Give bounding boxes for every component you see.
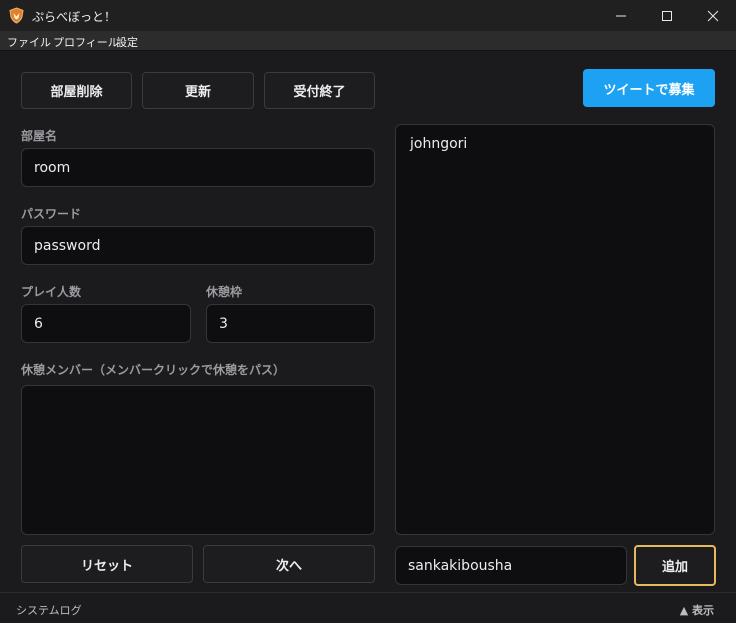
rest-members-label: 休憩メンバー（メンバークリックで休憩をパス） xyxy=(21,363,286,377)
password-label: パスワード xyxy=(21,207,82,221)
password-input[interactable]: password xyxy=(21,226,375,265)
system-log-label: システムログ xyxy=(16,604,82,617)
update-button[interactable]: 更新 xyxy=(142,72,254,109)
menu-profile[interactable]: プロフィール xyxy=(53,34,119,50)
title-bar: ぷらべぼっと！ xyxy=(0,0,736,31)
shield-fox-icon xyxy=(9,7,24,24)
close-button[interactable] xyxy=(690,0,736,31)
menu-file[interactable]: ファイル xyxy=(7,34,51,50)
room-name-label: 部屋名 xyxy=(21,129,58,143)
member-item[interactable]: johngori xyxy=(410,136,467,152)
maximize-icon xyxy=(662,10,672,21)
window-title: ぷらべぼっと！ xyxy=(32,10,117,24)
new-member-input[interactable]: sankakibousha xyxy=(395,546,627,585)
add-member-button[interactable]: 追加 xyxy=(634,545,716,586)
rest-slots-input[interactable]: 3 xyxy=(206,304,375,343)
players-label: プレイ人数 xyxy=(21,285,82,299)
room-name-input[interactable]: room xyxy=(21,148,375,187)
tweet-recruit-button[interactable]: ツイートで募集 xyxy=(583,69,715,107)
players-input[interactable]: 6 xyxy=(21,304,191,343)
member-list[interactable] xyxy=(395,124,715,535)
menu-settings[interactable]: 設定 xyxy=(116,34,138,50)
close-icon xyxy=(707,10,719,21)
reset-button[interactable]: リセット xyxy=(21,545,193,583)
maximize-button[interactable] xyxy=(644,0,690,31)
delete-room-button[interactable]: 部屋削除 xyxy=(21,72,132,109)
status-bar: システムログ ▲ 表示 xyxy=(0,592,736,623)
rest-members-list[interactable] xyxy=(21,385,375,535)
next-button[interactable]: 次へ xyxy=(203,545,375,583)
minimize-icon xyxy=(616,15,626,16)
show-log-toggle[interactable]: ▲ 表示 xyxy=(680,602,714,618)
close-reception-button[interactable]: 受付終了 xyxy=(264,72,375,109)
minimize-button[interactable] xyxy=(598,0,644,31)
rest-slots-label: 休憩枠 xyxy=(206,285,243,299)
menu-bar: ファイル プロフィール 設定 xyxy=(0,31,736,51)
